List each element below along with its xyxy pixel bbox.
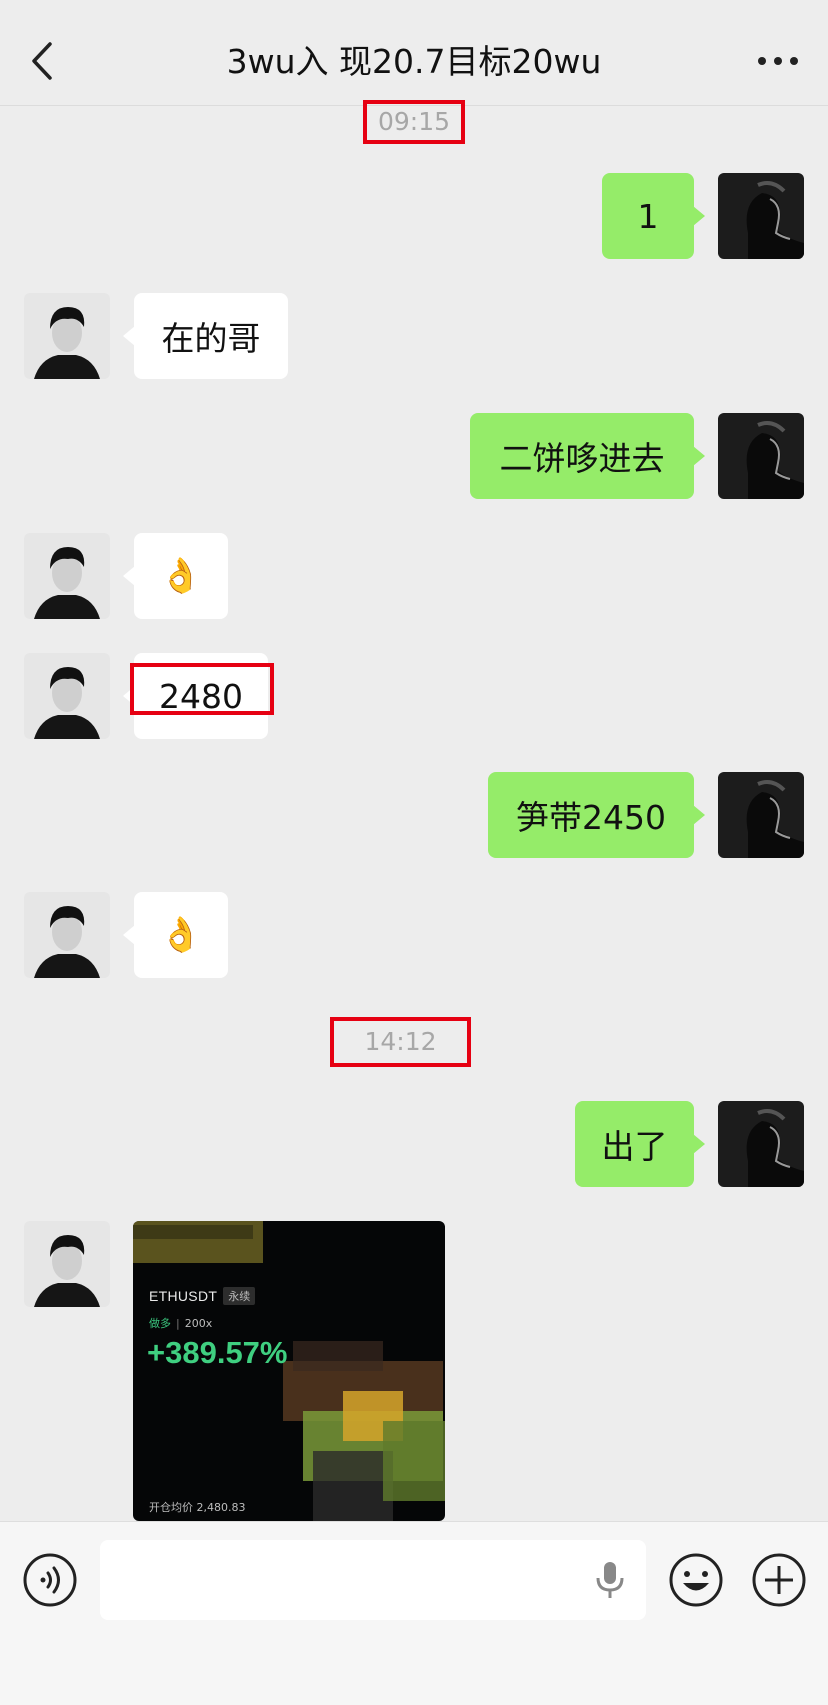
emoji-icon: [669, 1553, 723, 1607]
pair-row: ETHUSDT 永续: [149, 1287, 256, 1305]
emoji-button[interactable]: [668, 1552, 724, 1608]
message-bubble-received[interactable]: 👌: [123, 892, 228, 978]
voice-icon: [23, 1553, 77, 1607]
message-bubble-sent[interactable]: 出了: [575, 1101, 705, 1187]
pnl-percent: +389.57%: [147, 1335, 288, 1370]
ok-hand-emoji: 👌: [159, 556, 203, 596]
avatar-contact[interactable]: [24, 1221, 110, 1307]
avatar-contact[interactable]: [24, 533, 110, 619]
message-bubble-received[interactable]: 在的哥: [123, 293, 288, 379]
message-bubble-received[interactable]: 👌: [123, 533, 228, 619]
timestamp: 09:15: [363, 100, 465, 144]
leverage: 200x: [184, 1317, 213, 1330]
position-side: 做多: [149, 1317, 171, 1330]
avatar-contact[interactable]: [24, 653, 110, 739]
message-input[interactable]: [100, 1540, 646, 1620]
input-bar: [0, 1521, 828, 1705]
mic-icon[interactable]: [594, 1560, 626, 1600]
message-bubble-received[interactable]: 2480: [123, 653, 268, 739]
avatar-me[interactable]: [718, 173, 804, 259]
message-bubble-sent[interactable]: 笋带2450: [488, 772, 705, 858]
position-side-row: 做多 | 200x: [149, 1317, 213, 1330]
chat-title: 3wu入 现20.7目标20wu: [226, 42, 602, 81]
back-button[interactable]: [26, 36, 66, 86]
plus-icon: [752, 1553, 806, 1607]
plus-button[interactable]: [751, 1552, 807, 1608]
message-bubble-sent[interactable]: 二饼哆进去: [470, 413, 705, 499]
redaction-scribble: [133, 1221, 445, 1521]
ok-hand-emoji: 👌: [159, 915, 203, 955]
avatar-contact[interactable]: [24, 293, 110, 379]
entry-price-value: 2,480.83: [196, 1501, 246, 1514]
message-bubble-sent[interactable]: 1: [602, 173, 705, 259]
avatar-contact[interactable]: [24, 892, 110, 978]
entry-price-row: 开仓均价 2,480.83: [149, 1499, 245, 1515]
avatar-me[interactable]: [718, 413, 804, 499]
voice-button[interactable]: [22, 1552, 78, 1608]
trade-screenshot-image[interactable]: ETHUSDT 永续 做多 | 200x +389.57% 开仓均价 2,480.8…: [133, 1221, 445, 1521]
contract-tag: 永续: [223, 1287, 256, 1305]
entry-price-label: 开仓均价: [149, 1501, 193, 1514]
more-dots-icon: [758, 57, 798, 65]
chat-header: 3wu入 现20.7目标20wu: [0, 0, 828, 106]
timestamp: 14:12: [330, 1017, 471, 1067]
more-button[interactable]: [756, 52, 800, 70]
back-chevron-icon: [32, 42, 52, 80]
avatar-me[interactable]: [718, 1101, 804, 1187]
avatar-me[interactable]: [718, 772, 804, 858]
trading-pair: ETHUSDT: [149, 1288, 218, 1304]
